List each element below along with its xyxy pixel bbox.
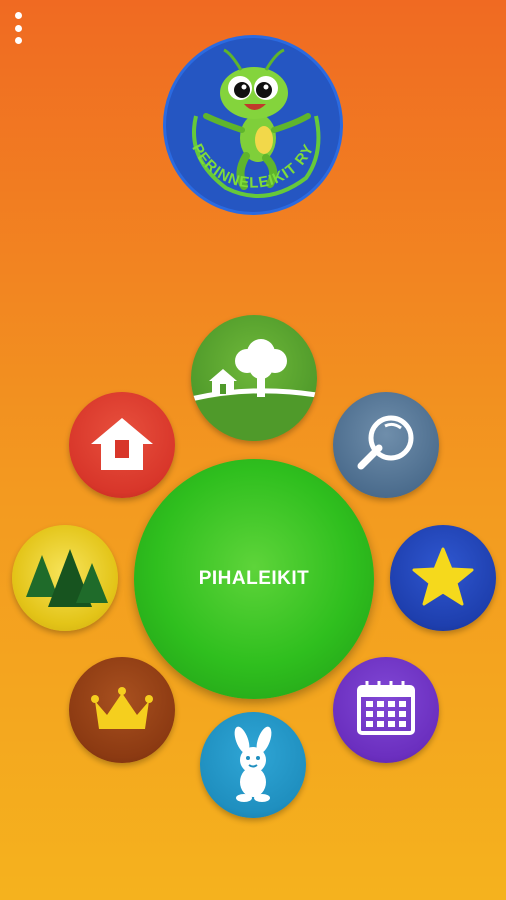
favorites-button[interactable] (390, 525, 496, 631)
indoor-games-button[interactable] (69, 392, 175, 498)
app-logo: PERINNELEIKIT RY (163, 35, 343, 215)
more-vert-dot (14, 37, 22, 44)
pine-trees-icon (26, 549, 108, 607)
magnifier-icon (357, 415, 414, 470)
more-vert-dot (14, 24, 22, 32)
house-and-tree-icon (191, 339, 317, 441)
search-button[interactable] (333, 392, 439, 498)
home-icon (91, 418, 153, 470)
center-button-label: PIHALEIKIT (198, 568, 310, 589)
grasshopper-jumprope-logo: PERINNELEIKIT RY (188, 48, 321, 198)
more-options-button[interactable] (8, 10, 28, 46)
bunny-icon (234, 726, 272, 802)
forest-games-button[interactable] (12, 525, 118, 631)
calendar-icon (357, 681, 415, 735)
more-vert-icon (14, 12, 22, 19)
yard-games-button[interactable] (191, 315, 317, 441)
kids-button[interactable] (200, 712, 306, 818)
crown-icon (91, 687, 153, 729)
pihaleikit-button[interactable]: PIHALEIKIT (134, 459, 374, 699)
royal-games-button[interactable] (69, 657, 175, 763)
calendar-button[interactable] (333, 657, 439, 763)
star-icon (412, 547, 474, 606)
